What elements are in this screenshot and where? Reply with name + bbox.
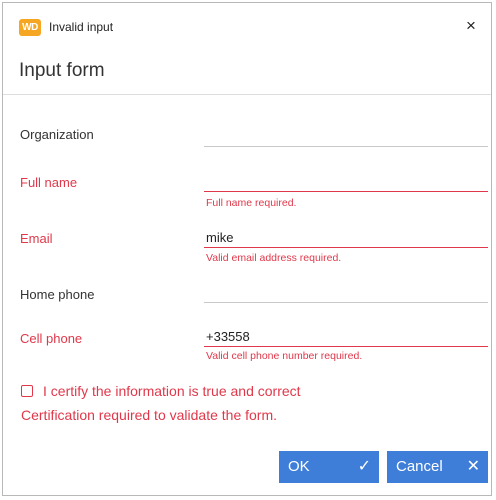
home-phone-label: Home phone — [20, 287, 95, 302]
ok-button-label: OK — [288, 458, 310, 475]
certify-row[interactable]: I certify the information is true and co… — [21, 381, 301, 401]
window-title: Invalid input — [49, 20, 114, 34]
email-input[interactable] — [204, 228, 488, 248]
organization-input[interactable] — [204, 127, 488, 147]
full-name-error: Full name required. — [206, 197, 297, 209]
form-title: Input form — [19, 60, 105, 81]
certify-checkbox[interactable] — [21, 385, 33, 397]
cancel-button-label: Cancel — [396, 458, 443, 475]
ok-button[interactable]: OK ✓ — [279, 451, 379, 483]
cell-phone-input[interactable] — [204, 327, 488, 347]
title-bar: WD Invalid input × — [3, 3, 491, 49]
invalid-input-dialog: WD Invalid input × Input form Organizati… — [2, 2, 492, 496]
certify-label[interactable]: I certify the information is true and co… — [43, 383, 301, 399]
app-logo-icon: WD — [19, 19, 41, 36]
email-error: Valid email address required. — [206, 252, 342, 264]
cell-phone-error: Valid cell phone number required. — [206, 350, 363, 362]
header-divider — [3, 94, 491, 95]
full-name-input[interactable] — [204, 172, 488, 192]
close-icon[interactable]: × — [461, 16, 481, 36]
organization-label: Organization — [20, 127, 94, 142]
check-icon: ✓ — [357, 458, 371, 475]
cancel-button[interactable]: Cancel ✕ — [387, 451, 488, 483]
email-label: Email — [20, 231, 53, 246]
certify-error: Certification required to validate the f… — [21, 407, 278, 423]
full-name-label: Full name — [20, 175, 78, 190]
close-icon: ✕ — [466, 458, 480, 475]
cell-phone-label: Cell phone — [20, 331, 83, 346]
home-phone-input[interactable] — [204, 283, 488, 303]
